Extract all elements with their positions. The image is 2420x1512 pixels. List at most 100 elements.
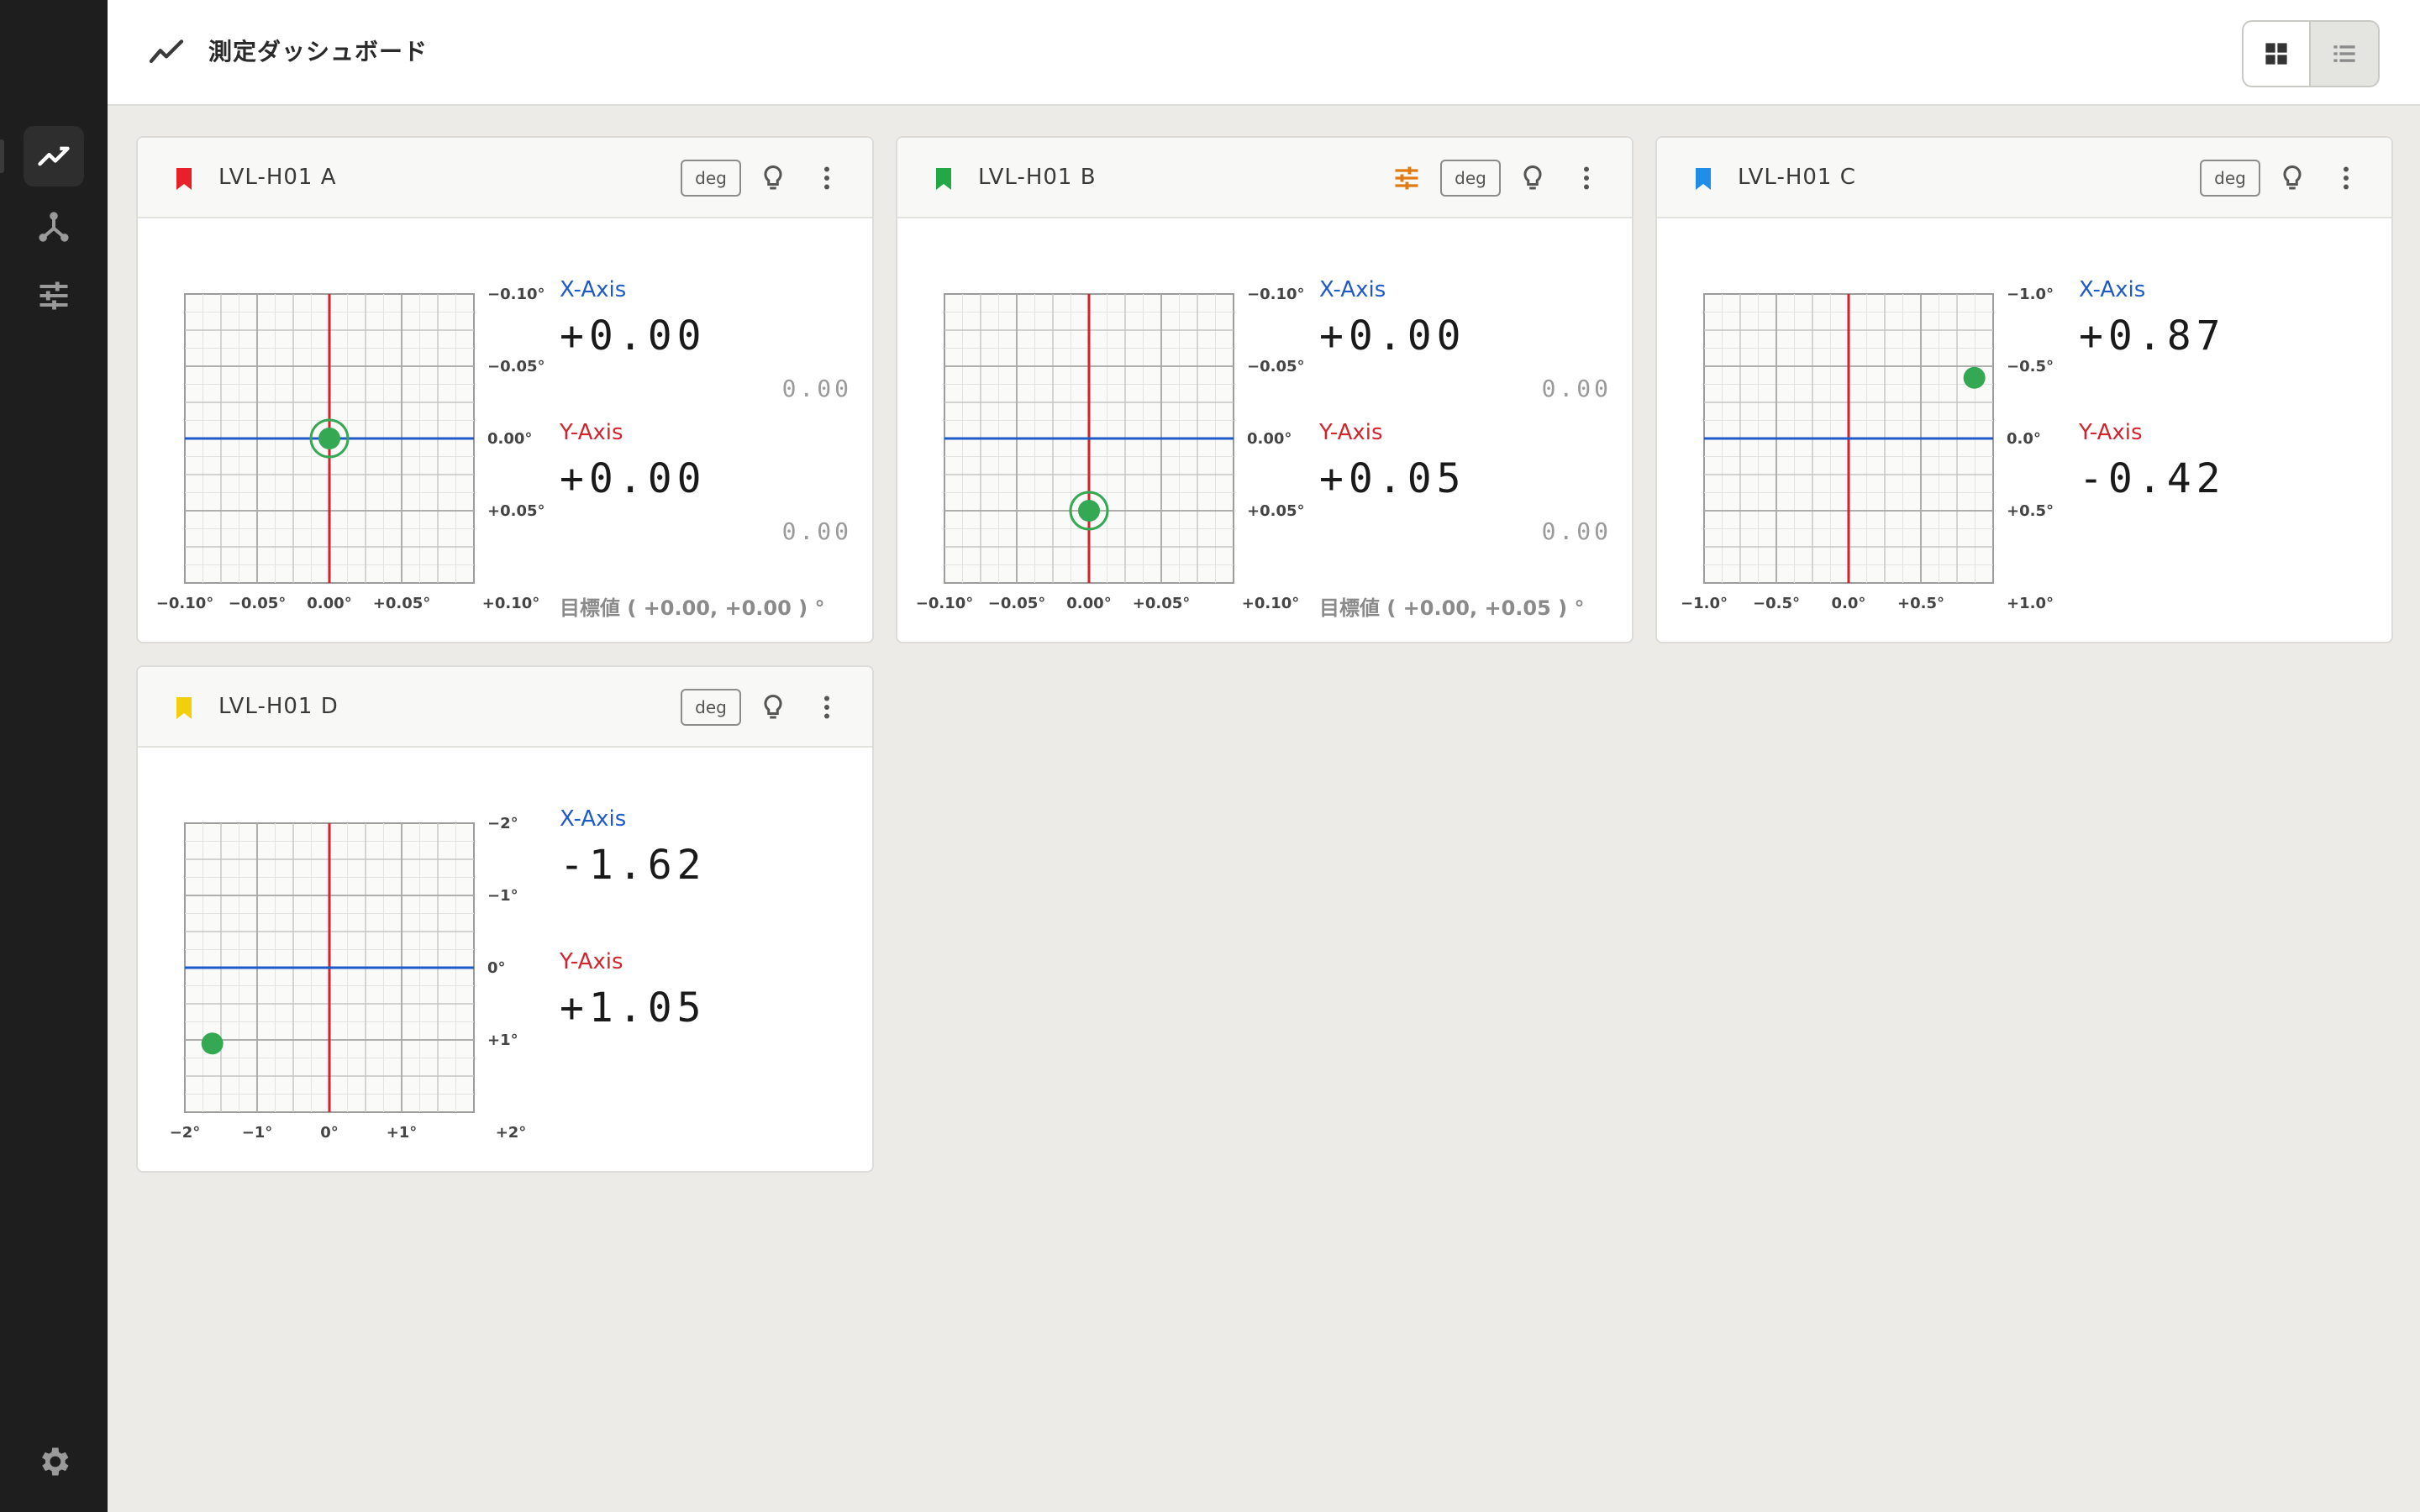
y-tick-label: −0.05° [1247, 358, 1305, 375]
more-vert-icon[interactable] [1571, 163, 1602, 193]
unit-badge[interactable]: deg [681, 160, 741, 197]
app-header: 測定ダッシュボード [108, 0, 2420, 106]
x-tick-label: +1° [387, 1124, 418, 1142]
x-tick-label: +0.10° [482, 595, 540, 612]
card-header: LVL-H01 C deg [1657, 138, 2391, 218]
x-tick-label: +0.10° [1242, 595, 1300, 612]
y-tick-label: −0.5° [2007, 358, 2054, 375]
y-tick-label: −1.0° [2007, 286, 2054, 303]
chart-line-icon [149, 39, 184, 63]
sidebar-item-tune[interactable] [24, 265, 84, 326]
measurement-point [201, 1032, 224, 1055]
position-plot: −1.0° −0.5° 0.0° +0.5° +1.0° −1.0° −0.5° 0.0° +0… [1681, 286, 2054, 612]
y-tick-label: +0.05° [1247, 502, 1305, 520]
x-tick-label: −0.5° [1753, 595, 1800, 612]
y-axis-value: +0.05 [1319, 455, 1466, 502]
x-axis-reference: 0.00 [781, 375, 852, 402]
y-axis-value: -0.42 [2079, 455, 2226, 502]
bookmark-icon [176, 168, 192, 190]
lightbulb-icon[interactable] [758, 692, 788, 722]
x-axis-label: X-Axis [560, 277, 627, 302]
unit-badge[interactable]: deg [1440, 160, 1501, 197]
sensor-card: LVL-H01 C deg −1.0° −0.5° 0.0° +0.5° +1.0° −1… [1655, 136, 2393, 643]
y-axis-value: +0.00 [560, 455, 707, 502]
sensor-card: LVL-H01 A deg −0.10° −0.05° 0.00° +0.05° +0.… [136, 136, 874, 643]
unit-badge[interactable]: deg [681, 689, 741, 726]
x-tick-label: −0.05° [988, 595, 1046, 612]
x-tick-label: −1.0° [1681, 595, 1728, 612]
y-axis-reference: 0.00 [781, 517, 852, 545]
x-tick-label: 0° [320, 1124, 339, 1142]
y-tick-label: 0.0° [2007, 430, 2041, 448]
network-icon [39, 212, 69, 242]
list-icon [2333, 45, 2355, 62]
sensor-card: LVL-H01 D deg −2° −1° 0° +1° +2° −2° −1° 0° +1° … [136, 665, 874, 1173]
y-tick-label: 0.00° [487, 430, 532, 448]
card-header: LVL-H01 A deg [138, 138, 872, 218]
tune-icon[interactable] [1392, 163, 1422, 193]
x-tick-label: −0.05° [229, 595, 287, 612]
measurement-point [1963, 366, 1986, 389]
view-toggle [2242, 20, 2380, 87]
y-tick-label: −2° [487, 815, 518, 832]
x-axis-value: +0.00 [560, 312, 707, 360]
sensor-card: LVL-H01 B deg −0.10° −0.05° 0.00° +0.05° +0.… [896, 136, 1634, 643]
page-title: 測定ダッシュボード [208, 38, 429, 66]
measurement-point [318, 428, 340, 449]
x-tick-label: +1.0° [2007, 595, 2054, 612]
x-axis-label: X-Axis [2079, 277, 2146, 302]
y-tick-label: +0.05° [487, 502, 545, 520]
target-value: 目標値 ( +0.00, +0.05 ) ° [1319, 596, 1585, 620]
more-vert-icon[interactable] [2331, 163, 2361, 193]
y-axis-reference: 0.00 [1541, 517, 1612, 545]
x-axis-label: X-Axis [1319, 277, 1386, 302]
x-tick-label: 0.00° [1066, 595, 1111, 612]
sidebar-item-settings[interactable] [24, 1431, 84, 1492]
y-tick-label: 0° [487, 959, 506, 977]
position-plot: −0.10° −0.05° 0.00° +0.05° +0.10° −0.10° −0.05… [916, 286, 1305, 612]
card-header: LVL-H01 B deg [897, 138, 1632, 218]
x-tick-label: 0.0° [1832, 595, 1866, 612]
bookmark-icon [936, 168, 951, 190]
measurement-point [1078, 500, 1100, 522]
x-axis-reference: 0.00 [1541, 375, 1612, 402]
target-value: 目標値 ( +0.00, +0.00 ) ° [560, 596, 825, 620]
unit-badge[interactable]: deg [2200, 160, 2260, 197]
more-vert-icon[interactable] [812, 692, 842, 722]
y-tick-label: −0.10° [487, 286, 545, 303]
x-tick-label: −0.10° [156, 595, 214, 612]
lightbulb-icon[interactable] [1518, 163, 1548, 193]
y-axis-label: Y-Axis [560, 420, 623, 445]
grid-icon [2265, 43, 2287, 65]
more-vert-icon[interactable] [812, 163, 842, 193]
x-axis-value: +0.00 [1319, 312, 1466, 360]
lightbulb-icon[interactable] [758, 163, 788, 193]
list-view-button[interactable] [2311, 22, 2378, 86]
tune-icon [39, 281, 68, 310]
x-tick-label: +0.05° [1133, 595, 1191, 612]
grid-view-button[interactable] [2244, 22, 2311, 86]
sidebar-item-network[interactable] [24, 197, 84, 257]
bookmark-icon [176, 697, 192, 719]
card-title: LVL-H01 D [218, 694, 339, 719]
sidebar-item-dashboard[interactable] [24, 126, 84, 186]
card-title: LVL-H01 A [218, 165, 337, 190]
x-tick-label: 0.00° [307, 595, 351, 612]
y-tick-label: −0.10° [1247, 286, 1305, 303]
card-title: LVL-H01 C [1738, 165, 1856, 190]
x-axis-value: -1.62 [560, 842, 707, 889]
x-tick-label: −0.10° [916, 595, 974, 612]
active-indicator [0, 139, 4, 173]
chart-line-icon [38, 146, 70, 166]
card-header: LVL-H01 D deg [138, 667, 872, 748]
x-tick-label: +0.05° [373, 595, 431, 612]
y-tick-label: +0.5° [2007, 502, 2054, 520]
settings-icon [42, 1447, 69, 1476]
position-plot: −2° −1° 0° +1° +2° −2° −1° 0° +1° [170, 815, 527, 1142]
lightbulb-icon[interactable] [2277, 163, 2307, 193]
y-tick-label: +1° [487, 1032, 518, 1049]
x-axis-value: +0.87 [2079, 312, 2226, 360]
sidebar [0, 0, 108, 1512]
y-tick-label: −0.05° [487, 358, 545, 375]
x-axis-label: X-Axis [560, 806, 627, 832]
